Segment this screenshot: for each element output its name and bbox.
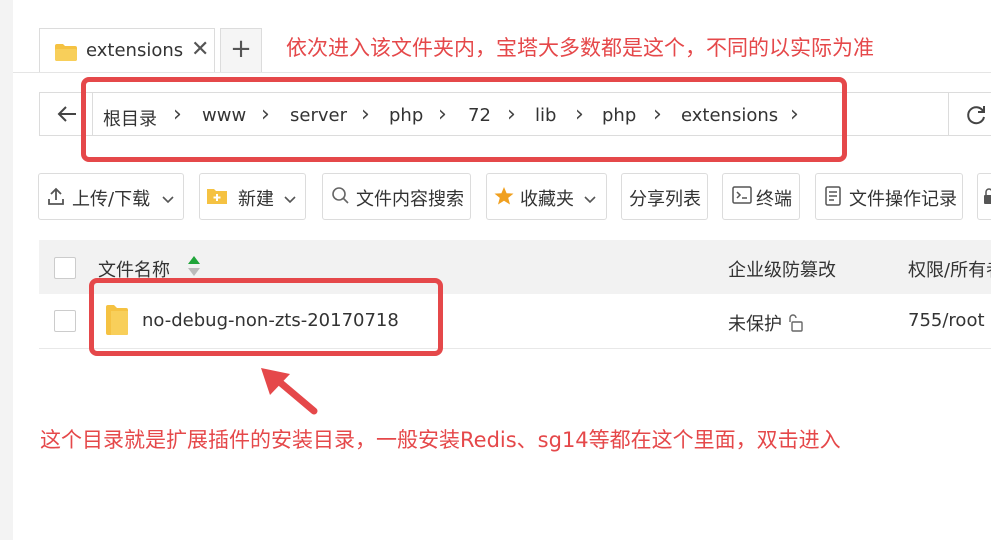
arrow-annotation xyxy=(258,364,320,420)
close-icon[interactable]: ✕ xyxy=(191,37,209,62)
new-tab-button[interactable]: + xyxy=(220,28,262,72)
bottom-annotation: 这个目录就是扩展插件的安装目录，一般安装Redis、sg14等都在这个里面，双击… xyxy=(40,428,841,452)
chevron-down-icon xyxy=(283,189,297,210)
favorites-label: 收藏夹 xyxy=(520,189,574,210)
folder-icon xyxy=(54,43,78,66)
star-icon xyxy=(493,186,515,211)
upload-download-label: 上传/下载 xyxy=(72,189,151,210)
share-list-button[interactable]: 分享列表 xyxy=(621,173,708,220)
tab-extensions[interactable]: extensions ✕ xyxy=(39,28,215,72)
terminal-button[interactable]: 终端 xyxy=(722,173,800,220)
new-label: 新建 xyxy=(238,189,274,210)
folder-highlight xyxy=(89,278,443,356)
unlock-icon[interactable] xyxy=(786,313,804,337)
arrow-left-icon xyxy=(56,104,78,128)
new-folder-icon xyxy=(206,186,228,211)
permission-owner: 755/root xyxy=(908,310,985,331)
header-tamper-protection: 企业级防篡改 xyxy=(728,260,836,281)
favorites-button[interactable]: 收藏夹 xyxy=(486,173,607,220)
refresh-button[interactable] xyxy=(948,92,991,136)
file-operation-log-button[interactable]: 文件操作记录 xyxy=(815,173,963,220)
tab-label: extensions xyxy=(86,40,184,61)
content-search-button[interactable]: 文件内容搜索 xyxy=(322,173,471,220)
document-icon xyxy=(824,186,842,211)
lock-icon xyxy=(983,186,991,211)
more-button[interactable] xyxy=(977,173,991,220)
new-button[interactable]: 新建 xyxy=(199,173,306,220)
file-operation-log-label: 文件操作记录 xyxy=(849,189,957,210)
upload-download-button[interactable]: 上传/下载 xyxy=(38,173,184,220)
header-permission-owner: 权限/所有者 xyxy=(908,260,991,281)
tamper-status: 未保护 xyxy=(728,314,782,335)
row-checkbox[interactable] xyxy=(54,310,76,332)
chevron-down-icon xyxy=(161,189,175,210)
refresh-icon xyxy=(965,104,987,130)
share-list-label: 分享列表 xyxy=(629,189,701,210)
search-icon xyxy=(331,186,349,211)
select-all-checkbox[interactable] xyxy=(54,257,76,279)
terminal-label: 终端 xyxy=(756,189,792,210)
top-annotation: 依次进入该文件夹内，宝塔大多数都是这个，不同的以实际为准 xyxy=(286,36,874,60)
terminal-icon xyxy=(732,186,752,209)
chevron-down-icon xyxy=(583,189,597,210)
breadcrumb-highlight xyxy=(81,77,847,162)
upload-icon xyxy=(47,186,65,211)
content-search-label: 文件内容搜索 xyxy=(356,189,464,210)
